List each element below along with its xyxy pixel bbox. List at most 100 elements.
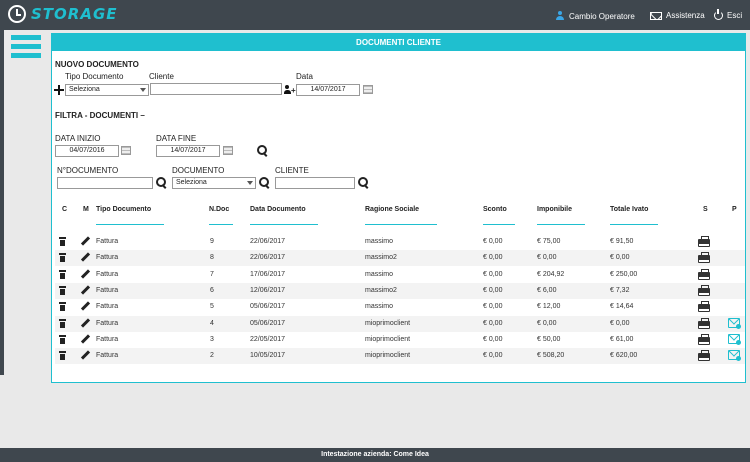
cell-sconto: € 0,00 — [483, 352, 503, 360]
printer-icon[interactable] — [698, 317, 710, 329]
cell-ndoc: 8 — [210, 254, 214, 262]
cell-imponibile: € 204,92 — [537, 270, 565, 278]
date-input[interactable]: 14/07/2017 — [296, 84, 360, 96]
cell-imponibile: € 12,00 — [537, 303, 561, 311]
printer-icon[interactable] — [698, 333, 710, 345]
pencil-icon[interactable] — [81, 253, 89, 261]
trash-icon[interactable] — [59, 253, 66, 263]
doc-type-value: Seleziona — [69, 86, 100, 93]
col-header-totale[interactable]: Totale Ivato — [610, 206, 648, 213]
search-icon[interactable] — [259, 177, 270, 188]
col-header-data[interactable]: Data Documento — [250, 206, 306, 213]
menu-hamburger-icon[interactable] — [11, 35, 41, 59]
start-date-input[interactable]: 04/07/2016 — [55, 145, 119, 157]
pencil-icon[interactable] — [81, 270, 89, 278]
cell-data: 17/06/2017 — [250, 270, 286, 278]
printer-icon[interactable] — [698, 268, 710, 280]
pencil-icon[interactable] — [81, 286, 89, 294]
cell-imponibile: € 508,20 — [537, 352, 565, 360]
doc-number-input[interactable] — [57, 177, 153, 189]
end-date-input[interactable]: 14/07/2017 — [156, 145, 220, 157]
send-mail-icon[interactable] — [728, 317, 741, 329]
table-row: Fattura 8 22/06/2017 massimo2 € 0,00 € 0,00 € … — [55, 250, 745, 267]
cell-ndoc: 9 — [210, 238, 214, 245]
col-header-tipo[interactable]: Tipo Documento — [96, 206, 151, 213]
cell-ragione: massimo2 — [365, 286, 397, 294]
header-underline — [537, 224, 585, 225]
pencil-icon[interactable] — [81, 319, 89, 327]
trash-icon[interactable] — [59, 269, 66, 279]
col-header-c[interactable]: C — [62, 206, 67, 213]
col-header-sconto[interactable]: Sconto — [483, 206, 507, 213]
date-label: Data — [296, 72, 313, 81]
pencil-icon[interactable] — [81, 237, 89, 245]
calendar-icon[interactable] — [363, 85, 373, 94]
new-document-title: NUOVO DOCUMENTO — [55, 60, 139, 69]
printer-icon[interactable] — [698, 252, 710, 263]
change-operator-link[interactable]: Cambio Operatore — [555, 11, 635, 21]
table-row: Fattura 3 22/05/2017 mioprimoclient € 0,00 € … — [55, 332, 745, 348]
trash-icon[interactable] — [59, 351, 66, 361]
doc-number-label: N°DOCUMENTO — [57, 166, 119, 175]
trash-icon[interactable] — [59, 318, 66, 328]
plus-icon[interactable] — [54, 85, 64, 95]
printer-icon[interactable] — [698, 350, 710, 361]
document-select-value: Seleziona — [176, 179, 207, 186]
cell-ndoc: 6 — [210, 286, 214, 294]
change-operator-label: Cambio Operatore — [569, 11, 635, 21]
col-header-m[interactable]: M — [83, 206, 89, 213]
assistance-link[interactable]: Assistenza — [650, 11, 705, 20]
doc-type-select[interactable]: Seleziona — [65, 84, 149, 96]
col-header-ragione[interactable]: Ragione Sociale — [365, 206, 419, 213]
printer-icon[interactable] — [698, 301, 710, 312]
chevron-down-icon — [247, 181, 253, 185]
cell-ndoc: 7 — [210, 270, 214, 278]
send-mail-icon[interactable] — [728, 333, 741, 345]
cell-imponibile: € 0,00 — [537, 254, 557, 262]
cell-totale: € 61,00 — [610, 335, 634, 343]
power-icon — [714, 9, 723, 20]
app-logo[interactable]: STORAGE — [8, 5, 118, 23]
cell-data: 10/05/2017 — [250, 352, 286, 360]
pencil-icon[interactable] — [81, 335, 89, 343]
exit-link[interactable]: Esci — [714, 9, 743, 20]
start-date-label: DATA INIZIO — [55, 134, 101, 143]
exit-label: Esci — [727, 11, 743, 20]
cell-tipo: Fattura — [96, 303, 119, 311]
cell-totale: € 14,64 — [610, 303, 634, 311]
search-icon[interactable] — [156, 177, 167, 188]
client-input[interactable] — [150, 83, 282, 95]
trash-icon[interactable] — [59, 334, 66, 344]
trash-icon[interactable] — [59, 302, 66, 312]
col-header-s[interactable]: S — [703, 206, 708, 213]
header-underline — [483, 224, 515, 225]
send-mail-icon[interactable] — [728, 350, 741, 362]
col-header-imponibile[interactable]: Imponibile — [537, 206, 572, 213]
filter-client-input[interactable] — [275, 177, 355, 189]
add-user-icon[interactable]: + — [284, 85, 296, 95]
document-select[interactable]: Seleziona — [172, 177, 256, 189]
cell-ragione: massimo2 — [365, 254, 397, 262]
search-icon[interactable] — [257, 145, 268, 156]
pencil-icon[interactable] — [81, 351, 89, 359]
table-row: Fattura 6 12/06/2017 massimo2 € 0,00 € 6,00 € … — [55, 282, 745, 299]
calendar-icon[interactable] — [121, 146, 131, 155]
documents-panel: DOCUMENTI CLIENTE NUOVO DOCUMENTO Tipo D… — [51, 33, 746, 383]
printer-icon[interactable] — [698, 284, 710, 296]
pencil-icon[interactable] — [81, 302, 89, 310]
col-header-p[interactable]: P — [732, 206, 737, 213]
footer-company: Intestazione azienda: Come Idea — [0, 448, 750, 462]
calendar-icon[interactable] — [223, 146, 233, 155]
chevron-down-icon — [140, 88, 146, 92]
trash-icon[interactable] — [59, 237, 66, 246]
table-row: Fattura 2 10/05/2017 mioprimoclient € 0,00 € … — [55, 348, 745, 365]
col-header-ndoc[interactable]: N.Doc — [209, 206, 229, 213]
search-icon[interactable] — [358, 177, 369, 188]
table-row: Fattura 7 17/06/2017 massimo € 0,00 € 204,92 €… — [55, 267, 745, 283]
header-underline — [209, 224, 233, 225]
cell-imponibile: € 75,00 — [537, 238, 561, 245]
cell-data: 22/05/2017 — [250, 335, 286, 343]
cell-ragione: massimo — [365, 270, 394, 278]
trash-icon[interactable] — [59, 285, 66, 295]
printer-icon[interactable] — [698, 236, 710, 247]
